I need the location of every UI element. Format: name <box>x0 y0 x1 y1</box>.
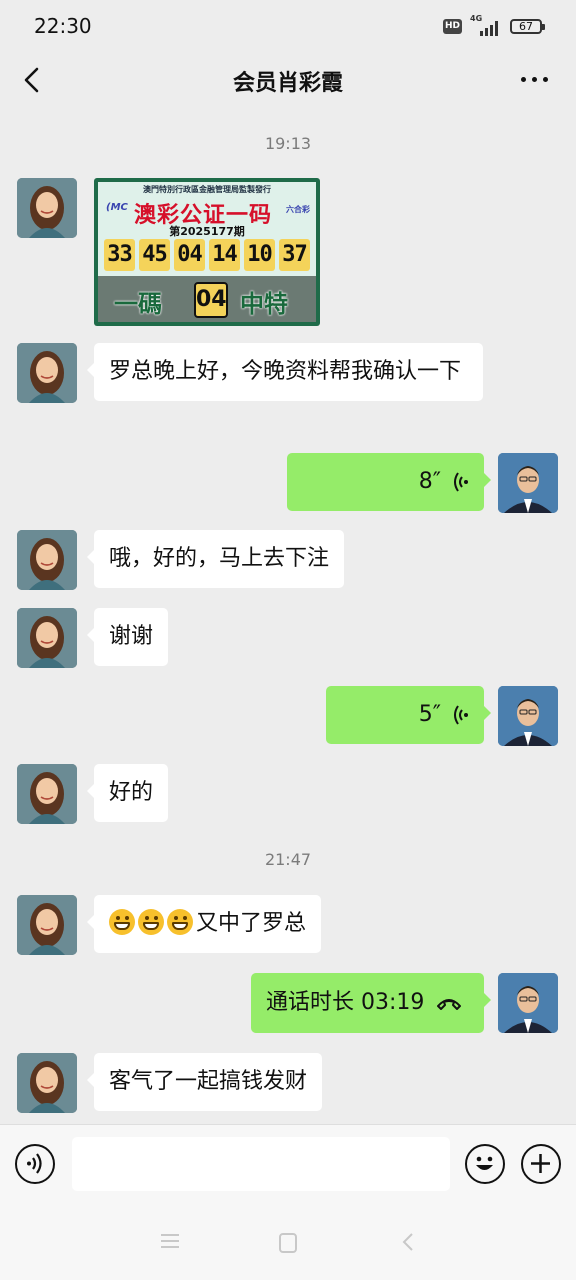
message-text: 客气了一起搞钱发财 <box>109 1069 308 1094</box>
lottery-image: 澳門特別行政區金融管理局監製發行 (MC 澳彩公证一码 六合彩 第2025177… <box>98 182 316 322</box>
input-bar <box>0 1124 576 1205</box>
lottery-bottom-right: 中特 <box>240 289 288 318</box>
menu-icon[interactable] <box>160 1232 180 1250</box>
voice-icon <box>454 705 468 725</box>
message-text: 又中了罗总 <box>196 911 307 936</box>
lottery-special-number: 04 <box>194 282 228 318</box>
timestamp: 19:13 <box>264 134 312 153</box>
avatar[interactable] <box>498 973 558 1033</box>
avatar[interactable] <box>17 764 77 824</box>
lottery-header: 澳門特別行政區金融管理局監製發行 <box>143 185 271 194</box>
battery-icon: 67 <box>510 19 545 34</box>
voice-toggle-button[interactable] <box>15 1144 55 1184</box>
more-icon[interactable] <box>518 74 552 84</box>
voice-icon <box>454 472 468 492</box>
message-bubble[interactable]: 又中了罗总 <box>86 895 322 953</box>
message-bubble[interactable]: 客气了一起搞钱发财 <box>86 1053 323 1111</box>
lottery-number: 37 <box>279 239 310 271</box>
home-icon[interactable] <box>278 1232 298 1254</box>
lottery-logo-right: 六合彩 <box>286 205 310 214</box>
lottery-numbers: 33 45 04 14 10 37 <box>104 239 310 271</box>
signal-icon <box>476 18 502 36</box>
avatar[interactable] <box>17 608 77 668</box>
back-nav-icon[interactable] <box>400 1232 416 1252</box>
message-text: 哦，好的，马上去下注 <box>109 546 330 571</box>
avatar[interactable] <box>498 453 558 513</box>
message-input[interactable] <box>72 1137 450 1191</box>
voice-message[interactable]: 5″ <box>326 686 491 744</box>
lottery-number: 04 <box>174 239 205 271</box>
lottery-period: 第2025177期 <box>169 225 245 238</box>
grin-emoji-icon <box>167 909 193 935</box>
grin-emoji-icon <box>138 909 164 935</box>
lottery-number: 45 <box>139 239 170 271</box>
call-duration-text: 通话时长 03:19 <box>266 990 425 1015</box>
avatar[interactable] <box>17 178 77 238</box>
message-bubble[interactable]: 罗总晚上好，今晚资料帮我确认一下 <box>87 343 483 401</box>
avatar[interactable] <box>498 686 558 746</box>
avatar[interactable] <box>17 343 77 403</box>
lottery-bottom-left: 一碼 <box>114 289 162 318</box>
avatar[interactable] <box>17 1053 77 1113</box>
message-bubble[interactable]: 谢谢 <box>86 608 169 666</box>
chat-title: 会员肖彩霞 <box>232 71 343 96</box>
system-nav-bar <box>0 1204 576 1280</box>
lottery-image-message[interactable]: 澳門特別行政區金融管理局監製發行 (MC 澳彩公证一码 六合彩 第2025177… <box>94 178 320 326</box>
message-bubble[interactable]: 好的 <box>86 764 169 822</box>
lottery-logo: (MC <box>106 202 128 213</box>
voice-message[interactable]: 8″ <box>287 453 491 511</box>
grin-emoji-icon <box>109 909 135 935</box>
plus-button[interactable] <box>521 1144 561 1184</box>
voice-duration: 5″ <box>418 702 441 727</box>
message-text: 好的 <box>109 780 154 805</box>
message-text: 罗总晚上好，今晚资料帮我确认一下 <box>109 359 462 384</box>
lottery-number: 33 <box>104 239 135 271</box>
plus-icon <box>531 1154 550 1173</box>
timestamp: 21:47 <box>264 850 312 869</box>
emoji-icon <box>476 1156 493 1170</box>
lottery-number: 14 <box>209 239 240 271</box>
phone-hangup-icon <box>437 999 462 1010</box>
lottery-bottom: 一碼 04 中特 <box>98 276 316 322</box>
chat-header: 会员肖彩霞 <box>0 56 576 104</box>
message-bubble[interactable]: 哦，好的，马上去下注 <box>86 530 345 588</box>
status-time: 22:30 <box>34 14 92 38</box>
voice-duration: 8″ <box>418 469 441 494</box>
lottery-number: 10 <box>244 239 275 271</box>
status-bar: 22:30 HD 4G 67 <box>0 0 576 56</box>
voice-icon <box>27 1153 42 1174</box>
emoji-button[interactable] <box>465 1144 505 1184</box>
avatar[interactable] <box>17 895 77 955</box>
message-text: 谢谢 <box>109 624 154 649</box>
avatar[interactable] <box>17 530 77 590</box>
call-record-message[interactable]: 通话时长 03:19 <box>251 973 491 1033</box>
hd-badge: HD <box>443 19 462 34</box>
